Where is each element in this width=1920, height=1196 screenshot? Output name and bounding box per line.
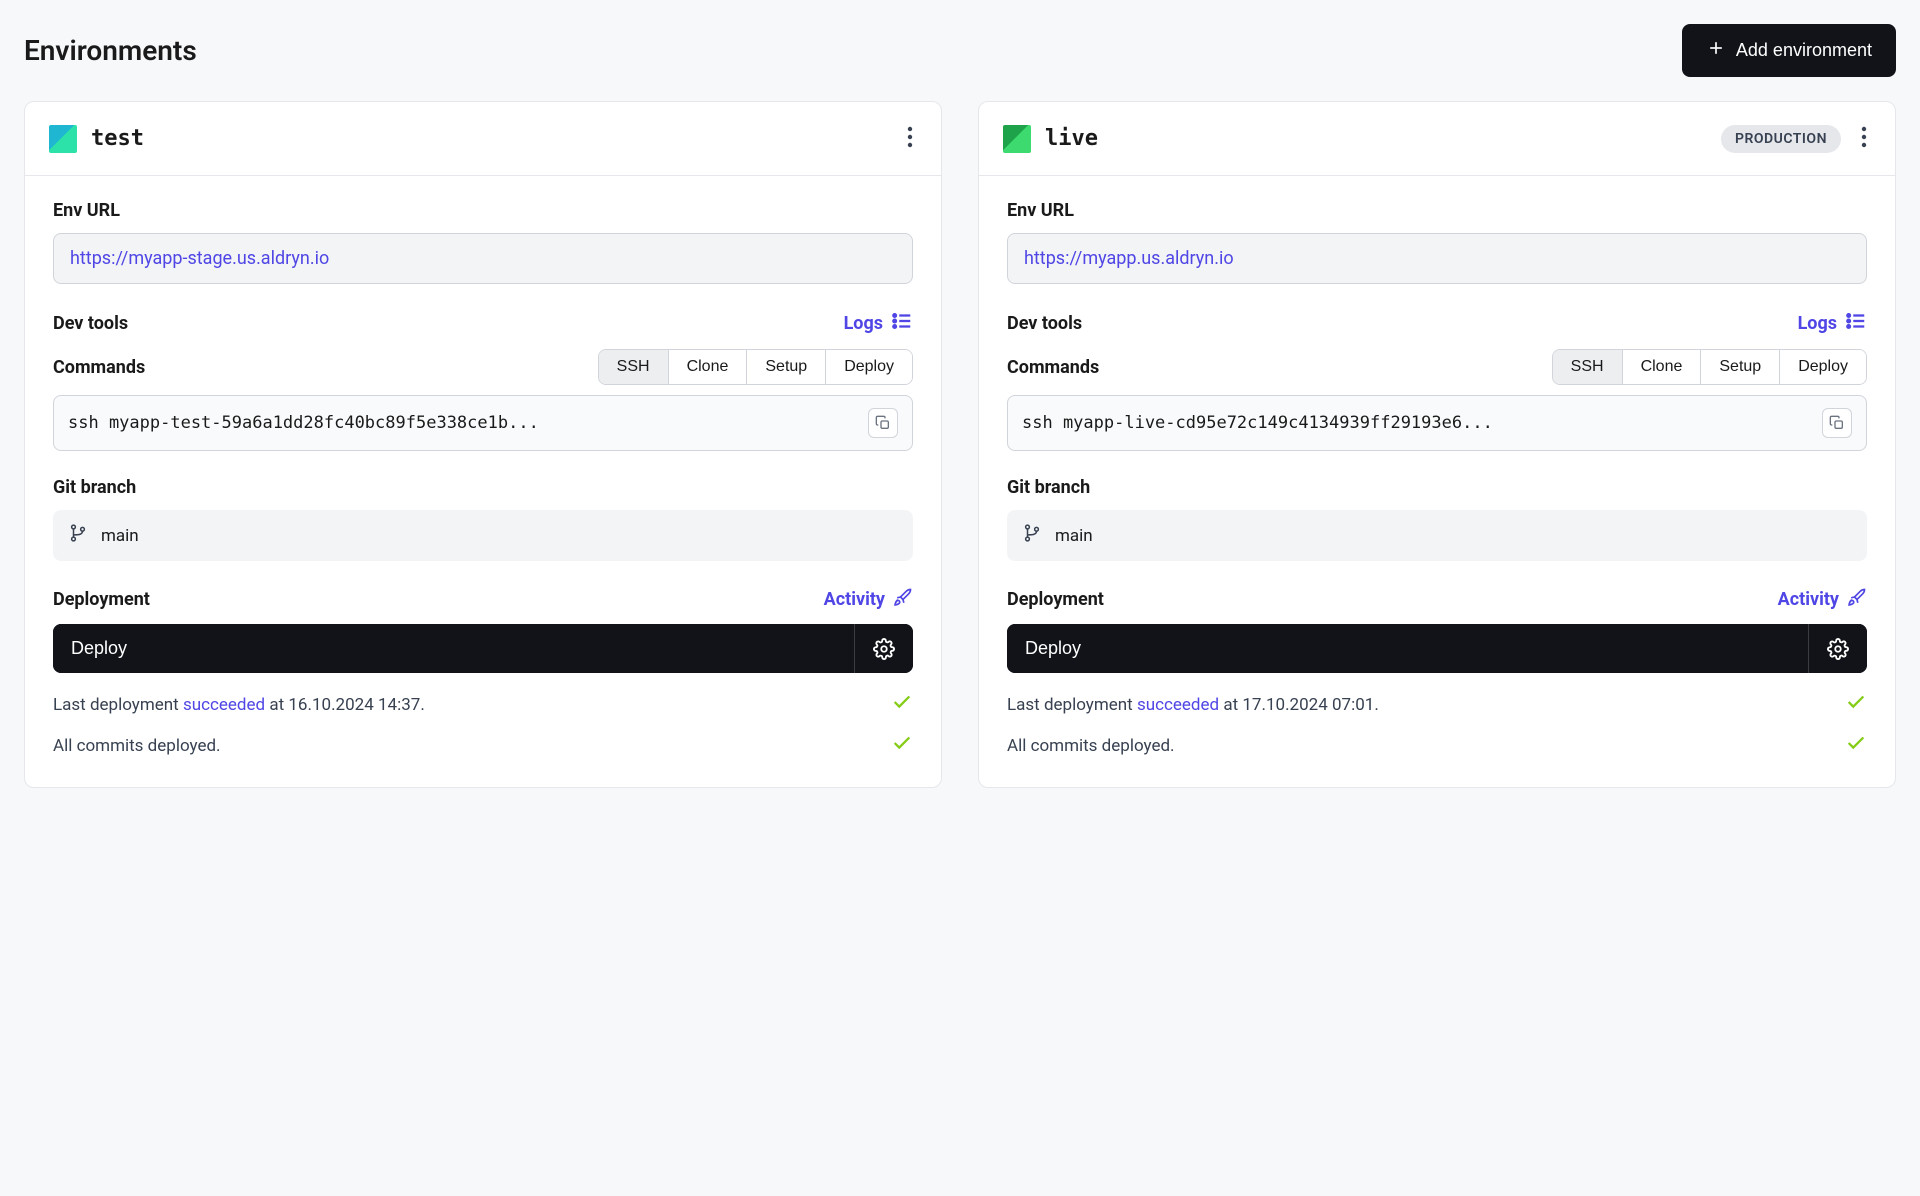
env-url-box: https://myapp.us.aldryn.io	[1007, 233, 1867, 284]
check-icon	[891, 691, 913, 718]
rocket-icon	[1847, 587, 1867, 612]
environment-name: test	[91, 126, 144, 151]
check-icon	[891, 732, 913, 759]
deployment-label: Deployment	[1007, 589, 1104, 610]
deployment-status-text: Last deployment succeeded at 17.10.2024 …	[1007, 695, 1379, 715]
logs-link[interactable]: Logs	[1798, 310, 1867, 337]
env-url-link[interactable]: https://myapp.us.aldryn.io	[1024, 248, 1234, 269]
branch-icon	[69, 524, 87, 547]
command-tabs: SSH Clone Setup Deploy	[598, 349, 913, 385]
deployment-suffix: at 17.10.2024 07:01.	[1219, 695, 1379, 715]
branch-name: main	[1055, 526, 1093, 546]
env-url-label: Env URL	[53, 200, 913, 221]
environment-menu-button[interactable]	[1857, 122, 1871, 155]
deploy-settings-button[interactable]	[1808, 624, 1867, 673]
page-title: Environments	[24, 34, 197, 67]
check-icon	[1845, 691, 1867, 718]
tab-clone[interactable]: Clone	[669, 350, 748, 384]
deployment-status-row: Last deployment succeeded at 17.10.2024 …	[1007, 691, 1867, 718]
tab-ssh[interactable]: SSH	[1553, 350, 1623, 384]
command-text: ssh myapp-live-cd95e72c149c4134939ff2919…	[1022, 413, 1810, 433]
dev-tools-label: Dev tools	[1007, 313, 1082, 334]
plus-icon	[1706, 38, 1726, 63]
activity-link[interactable]: Activity	[824, 587, 913, 612]
deploy-button-group: Deploy	[1007, 624, 1867, 673]
copy-command-button[interactable]	[868, 408, 898, 438]
deployment-prefix: Last deployment	[1007, 695, 1137, 715]
activity-link[interactable]: Activity	[1778, 587, 1867, 612]
branch-icon	[1023, 524, 1041, 547]
tab-setup[interactable]: Setup	[1701, 350, 1780, 384]
deploy-button[interactable]: Deploy	[53, 624, 854, 673]
branch-name: main	[101, 526, 139, 546]
environment-icon	[1003, 125, 1031, 153]
deployment-status-link[interactable]: succeeded	[1137, 695, 1219, 715]
commits-status-text: All commits deployed.	[1007, 736, 1175, 756]
tab-deploy[interactable]: Deploy	[826, 350, 912, 384]
environment-header: test	[25, 102, 941, 176]
rocket-icon	[893, 587, 913, 612]
deploy-settings-button[interactable]	[854, 624, 913, 673]
environment-card: test Env URL https://myapp-stage.us.aldr…	[24, 101, 942, 788]
deployment-label: Deployment	[53, 589, 150, 610]
logs-icon	[1845, 310, 1867, 337]
deployment-prefix: Last deployment	[53, 695, 183, 715]
environment-card: live PRODUCTION Env URL https://myapp.us…	[978, 101, 1896, 788]
env-url-link[interactable]: https://myapp-stage.us.aldryn.io	[70, 248, 329, 269]
add-environment-label: Add environment	[1736, 40, 1872, 61]
tab-ssh[interactable]: SSH	[599, 350, 669, 384]
commands-label: Commands	[53, 357, 145, 378]
environment-header: live PRODUCTION	[979, 102, 1895, 176]
command-text: ssh myapp-test-59a6a1dd28fc40bc89f5e338c…	[68, 413, 856, 433]
deployment-suffix: at 16.10.2024 14:37.	[265, 695, 425, 715]
logs-link[interactable]: Logs	[844, 310, 913, 337]
branch-box: main	[53, 510, 913, 561]
activity-label: Activity	[1778, 589, 1839, 610]
command-tabs: SSH Clone Setup Deploy	[1552, 349, 1867, 385]
add-environment-button[interactable]: Add environment	[1682, 24, 1896, 77]
env-url-label: Env URL	[1007, 200, 1867, 221]
check-icon	[1845, 732, 1867, 759]
deploy-button-group: Deploy	[53, 624, 913, 673]
production-badge: PRODUCTION	[1721, 125, 1841, 153]
activity-label: Activity	[824, 589, 885, 610]
copy-command-button[interactable]	[1822, 408, 1852, 438]
commands-label: Commands	[1007, 357, 1099, 378]
dev-tools-label: Dev tools	[53, 313, 128, 334]
environment-name: live	[1045, 126, 1098, 151]
commits-status-row: All commits deployed.	[1007, 732, 1867, 759]
git-branch-label: Git branch	[1007, 477, 1867, 498]
logs-label: Logs	[844, 313, 883, 334]
env-url-box: https://myapp-stage.us.aldryn.io	[53, 233, 913, 284]
branch-box: main	[1007, 510, 1867, 561]
environment-icon	[49, 125, 77, 153]
tab-setup[interactable]: Setup	[747, 350, 826, 384]
tab-clone[interactable]: Clone	[1623, 350, 1702, 384]
deploy-button[interactable]: Deploy	[1007, 624, 1808, 673]
commits-status-text: All commits deployed.	[53, 736, 221, 756]
logs-label: Logs	[1798, 313, 1837, 334]
deployment-status-row: Last deployment succeeded at 16.10.2024 …	[53, 691, 913, 718]
commits-status-row: All commits deployed.	[53, 732, 913, 759]
command-box: ssh myapp-test-59a6a1dd28fc40bc89f5e338c…	[53, 395, 913, 451]
git-branch-label: Git branch	[53, 477, 913, 498]
tab-deploy[interactable]: Deploy	[1780, 350, 1866, 384]
deployment-status-link[interactable]: succeeded	[183, 695, 265, 715]
command-box: ssh myapp-live-cd95e72c149c4134939ff2919…	[1007, 395, 1867, 451]
environment-menu-button[interactable]	[903, 122, 917, 155]
logs-icon	[891, 310, 913, 337]
deployment-status-text: Last deployment succeeded at 16.10.2024 …	[53, 695, 425, 715]
